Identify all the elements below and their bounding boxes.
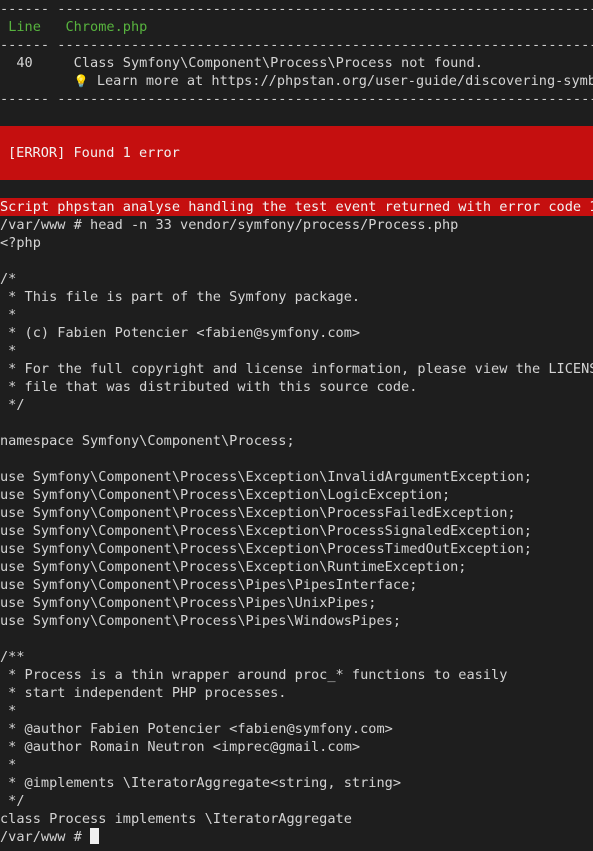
- text-cursor: [90, 828, 100, 844]
- tip-text: Learn more at https://phpstan.org/user-g…: [96, 73, 593, 89]
- code-line: *: [0, 757, 17, 773]
- code-line: use Symfony\Component\Process\Exception\…: [0, 541, 532, 557]
- column-header-file: Chrome.php: [65, 19, 148, 35]
- table-header-row: Line Chrome.php: [0, 18, 593, 36]
- code-line: * @author Romain Neutron <imprec@gmail.c…: [0, 739, 361, 755]
- code-line: use Symfony\Component\Process\Exception\…: [0, 523, 532, 539]
- code-line: * For the full copyright and license inf…: [0, 361, 593, 377]
- code-line: use Symfony\Component\Process\Exception\…: [0, 505, 516, 521]
- script-error-text: Script phpstan analyse handling the test…: [0, 198, 593, 216]
- code-line: */: [0, 397, 25, 413]
- code-line: * This file is part of the Symfony packa…: [0, 289, 361, 305]
- code-line: */: [0, 793, 25, 809]
- code-line: *: [0, 307, 17, 323]
- code-line: use Symfony\Component\Process\Pipes\Pipe…: [0, 577, 418, 593]
- error-line-number: 40: [16, 55, 33, 71]
- code-line: * start independent PHP processes.: [0, 685, 287, 701]
- code-line: * @author Fabien Potencier <fabien@symfo…: [0, 721, 393, 737]
- table-separator-top: ------ ---------------------------------…: [0, 1, 593, 17]
- code-line: * @implements \IteratorAggregate<string,…: [0, 775, 402, 791]
- terminal[interactable]: ------ ---------------------------------…: [0, 0, 593, 846]
- command-line: /var/www # head -n 33 vendor/symfony/pro…: [0, 217, 459, 233]
- file-output: <?php /* * This file is part of the Symf…: [0, 234, 593, 828]
- table-row: 40 Class Symfony\Component\Process\Proce…: [0, 54, 593, 72]
- table-row-tip: 💡 Learn more at https://phpstan.org/user…: [0, 72, 593, 90]
- code-line: namespace Symfony\Component\Process;: [0, 433, 295, 449]
- error-banner: [ERROR] Found 1 error: [0, 126, 593, 180]
- table-separator-bottom: ------ ---------------------------------…: [0, 91, 593, 107]
- code-line: use Symfony\Component\Process\Exception\…: [0, 487, 451, 503]
- code-line: * file that was distributed with this so…: [0, 379, 418, 395]
- table-separator-mid: ------ ---------------------------------…: [0, 37, 593, 53]
- code-line: /*: [0, 271, 17, 287]
- code-line: use Symfony\Component\Process\Exception\…: [0, 559, 467, 575]
- prompt-line[interactable]: /var/www #: [0, 828, 593, 846]
- code-line: *: [0, 343, 17, 359]
- code-line: /**: [0, 649, 25, 665]
- column-header-line: Line: [8, 19, 41, 35]
- lightbulb-icon: 💡: [73, 74, 89, 88]
- error-message: Class Symfony\Component\Process\Process …: [73, 55, 483, 71]
- prompt-text: /var/www #: [0, 829, 91, 845]
- script-error-line: Script phpstan analyse handling the test…: [0, 198, 593, 216]
- code-line: use Symfony\Component\Process\Pipes\Unix…: [0, 595, 377, 611]
- code-line: *: [0, 703, 17, 719]
- code-line: * Process is a thin wrapper around proc_…: [0, 667, 508, 683]
- code-line: class Process implements \IteratorAggreg…: [0, 811, 352, 827]
- code-line: * (c) Fabien Potencier <fabien@symfony.c…: [0, 325, 361, 341]
- code-line: use Symfony\Component\Process\Pipes\Wind…: [0, 613, 402, 629]
- code-line: <?php: [0, 235, 41, 251]
- code-line: use Symfony\Component\Process\Exception\…: [0, 469, 532, 485]
